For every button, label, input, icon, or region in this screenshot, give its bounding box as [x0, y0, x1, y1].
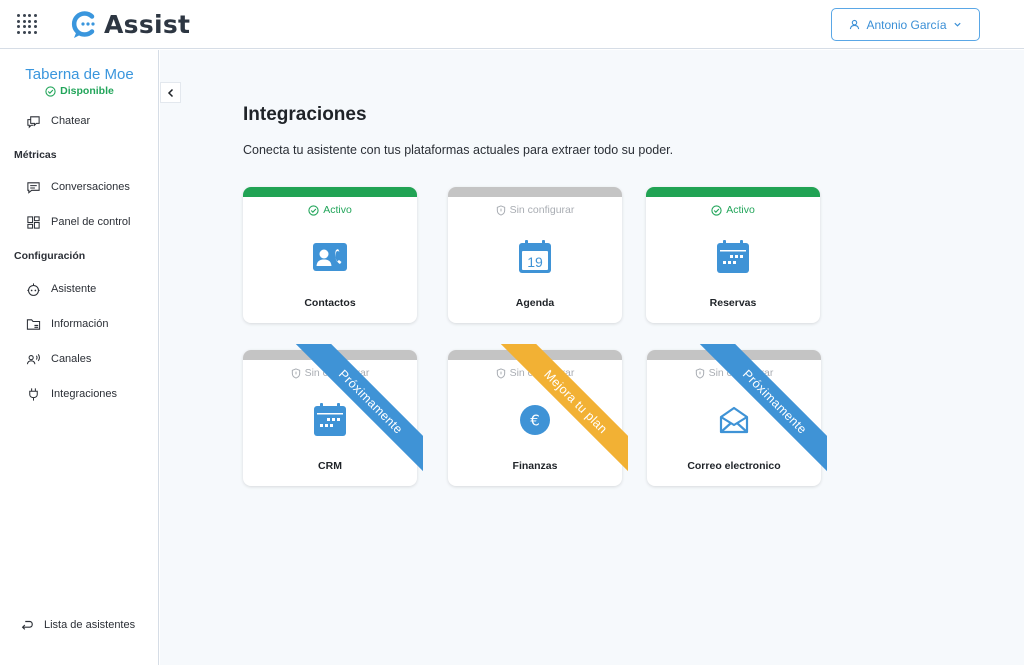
card-status-label: Sin configurar [509, 204, 575, 216]
status-bar [243, 187, 417, 197]
shield-icon [291, 367, 300, 379]
crm-calendar-icon [312, 402, 348, 438]
sidebar-item-dashboard[interactable]: Panel de control [26, 212, 131, 232]
sidebar-item-assistant[interactable]: Asistente [26, 279, 96, 299]
plug-icon [29, 387, 38, 401]
integration-card-email[interactable]: Sin configurar Correo electronico Próxim… [647, 344, 827, 486]
card-label: Correo electronico [687, 460, 781, 472]
check-circle-icon [45, 85, 56, 97]
assistants-list-label: Lista de asistentes [44, 619, 136, 631]
logo-chat-icon [71, 11, 95, 38]
app-logo[interactable]: Assist [70, 8, 190, 40]
chevron-down-icon [953, 22, 961, 27]
sidebar-item-label: Información [51, 318, 109, 330]
sidebar-item-label: Asistente [51, 283, 97, 295]
card-body: Sin configurar Correo electronico [647, 350, 821, 486]
envelope-icon [716, 402, 752, 438]
sidebar-item-label: Panel de control [51, 216, 131, 228]
calendar-19-icon: 19 [517, 239, 553, 275]
page-subtitle: Conecta tu asistente con tus plataformas… [243, 143, 674, 157]
folder-icon [26, 318, 41, 330]
card-status-label: Sin configurar [509, 367, 575, 379]
apps-grid-icon[interactable] [17, 14, 37, 34]
collapse-sidebar-button[interactable] [160, 82, 181, 103]
euro-icon: € [517, 402, 553, 438]
check-circle-icon [308, 204, 319, 216]
status-bar [448, 187, 622, 197]
card-label: Agenda [515, 297, 555, 309]
card-status: Sin configurar [243, 367, 417, 379]
availability-status[interactable]: Disponible [0, 85, 159, 97]
user-icon [850, 19, 860, 30]
shield-icon [496, 204, 505, 216]
sidebar-item-label: Conversaciones [51, 181, 130, 193]
logo-text: Assist [104, 9, 191, 39]
sidebar-item-information[interactable]: Información [26, 314, 108, 334]
user-menu-button[interactable]: Antonio García [831, 8, 980, 41]
card-body: Sin configurar CRM [243, 350, 417, 486]
integration-card-agenda[interactable]: Sin configurar 19 Agenda [448, 187, 622, 323]
card-label: Reservas [709, 297, 757, 309]
card-status-label: Activo [726, 204, 755, 216]
card-status: Sin configurar [448, 367, 622, 379]
card-label: Contactos [304, 297, 356, 309]
status-bar [646, 187, 820, 197]
card-status: Activo [646, 204, 820, 216]
card-body: Activo Reservas [646, 187, 820, 323]
shield-icon [695, 367, 704, 379]
card-status: Sin configurar [448, 204, 622, 216]
svg-text:€: € [530, 412, 540, 430]
page-title: Integraciones [243, 104, 367, 125]
org-name: Taberna de Moe [25, 66, 134, 83]
card-status-label: Sin configurar [304, 367, 370, 379]
sidebar-item-chat[interactable]: Chatear [26, 111, 90, 131]
svg-text:19: 19 [527, 254, 543, 270]
return-arrow-icon [21, 620, 33, 630]
top-bar: Assist Antonio García [0, 0, 1024, 49]
card-label: CRM [318, 460, 342, 472]
assistants-list-link[interactable]: Lista de asistentes [20, 615, 135, 635]
sidebar-item-label: Chatear [51, 115, 91, 127]
metrics-heading: Métricas [14, 149, 57, 161]
reservations-calendar-icon [715, 239, 751, 275]
status-bar [243, 350, 417, 360]
integration-card-contacts[interactable]: Activo Contactos [243, 187, 417, 323]
shield-icon [496, 367, 505, 379]
message-lines-icon [27, 181, 40, 194]
chat-bubbles-icon [27, 115, 40, 128]
card-status: Activo [243, 204, 417, 216]
status-label: Disponible [60, 85, 114, 97]
person-broadcast-icon [26, 353, 40, 364]
chevron-left-icon [167, 88, 173, 97]
sidebar-item-conversations[interactable]: Conversaciones [26, 177, 130, 197]
dashboard-icon [27, 215, 40, 229]
card-status-label: Activo [323, 204, 352, 216]
contacts-icon [312, 239, 348, 275]
sidebar: Taberna de Moe Disponible Chatear Métric… [0, 50, 159, 665]
integration-card-reservations[interactable]: Activo Reservas [646, 187, 820, 323]
card-body: Sin configurar 19 Agenda [448, 187, 622, 323]
card-body: Sin configurar € Finanzas [448, 350, 622, 486]
sidebar-item-channels[interactable]: Canales [26, 349, 91, 369]
sidebar-item-integrations[interactable]: Integraciones [26, 384, 117, 404]
check-circle-icon [711, 204, 722, 216]
main-content: Integraciones Conecta tu asistente con t… [160, 50, 1024, 665]
sidebar-item-label: Canales [51, 353, 92, 365]
bot-icon [27, 282, 40, 296]
integration-card-crm[interactable]: Sin configurar CRM Próximamente [243, 344, 423, 486]
integration-card-finances[interactable]: Sin configurar € Finanzas Mejora tu plan [448, 344, 628, 486]
sidebar-item-label: Integraciones [51, 388, 118, 400]
card-status: Sin configurar [647, 367, 821, 379]
status-bar [448, 350, 622, 360]
user-name: Antonio García [866, 17, 947, 32]
card-label: Finanzas [512, 460, 558, 472]
card-status-label: Sin configurar [708, 367, 774, 379]
card-body: Activo Contactos [243, 187, 417, 323]
status-bar [647, 350, 821, 360]
config-heading: Configuración [14, 250, 86, 262]
